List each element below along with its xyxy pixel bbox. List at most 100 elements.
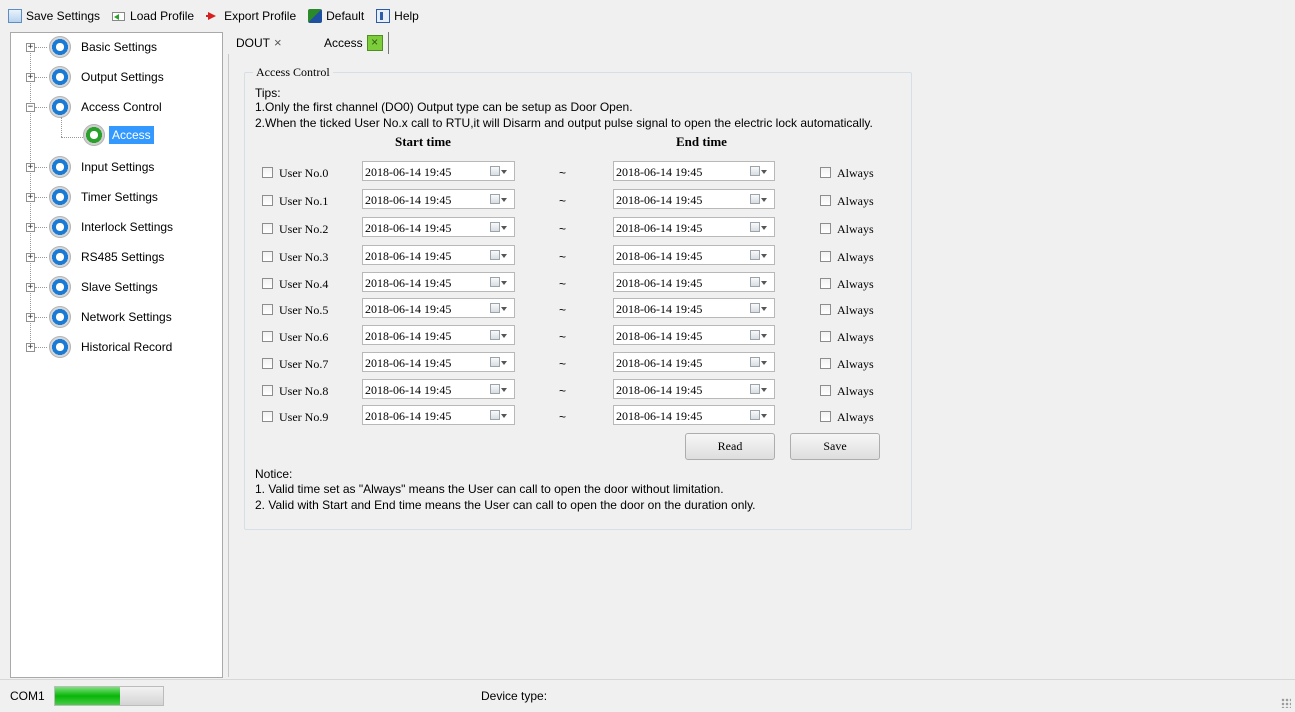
end-time-picker[interactable]: 2018-06-14 19:45 (613, 379, 775, 399)
user-enable-checkbox[interactable] (262, 331, 273, 342)
expand-icon[interactable]: + (26, 313, 35, 322)
tree-item-slave-settings[interactable]: + Slave Settings (11, 275, 222, 299)
always-checkbox[interactable] (820, 195, 831, 206)
tree-item-input-settings[interactable]: + Input Settings (11, 155, 222, 179)
expand-icon[interactable]: + (26, 283, 35, 292)
calendar-dropdown-icon[interactable] (490, 277, 507, 287)
tree-item-basic-settings[interactable]: + Basic Settings (11, 35, 222, 59)
calendar-dropdown-icon[interactable] (750, 166, 767, 176)
calendar-dropdown-icon[interactable] (750, 250, 767, 260)
start-time-picker[interactable]: 2018-06-14 19:45 (362, 405, 515, 425)
always-checkbox[interactable] (820, 385, 831, 396)
expand-icon[interactable]: + (26, 193, 35, 202)
user-enable-checkbox[interactable] (262, 304, 273, 315)
expand-icon[interactable]: + (26, 343, 35, 352)
calendar-dropdown-icon[interactable] (490, 222, 507, 232)
end-time-picker[interactable]: 2018-06-14 19:45 (613, 352, 775, 372)
start-time-picker[interactable]: 2018-06-14 19:45 (362, 272, 515, 292)
collapse-icon[interactable]: − (26, 103, 35, 112)
calendar-dropdown-icon[interactable] (750, 277, 767, 287)
tree-item-rs485-settings[interactable]: + RS485 Settings (11, 245, 222, 269)
user-label: User No.4 (279, 277, 329, 291)
user-enable-checkbox[interactable] (262, 251, 273, 262)
always-checkbox[interactable] (820, 223, 831, 234)
start-time-picker[interactable]: 2018-06-14 19:45 (362, 379, 515, 399)
expand-icon[interactable]: + (26, 163, 35, 172)
always-checkbox[interactable] (820, 304, 831, 315)
close-icon[interactable]: × (274, 36, 282, 50)
tree-item-access[interactable]: Access (11, 117, 222, 147)
tree-item-historical-record[interactable]: + Historical Record (11, 335, 222, 359)
tree-item-interlock-settings[interactable]: + Interlock Settings (11, 215, 222, 239)
start-time-picker[interactable]: 2018-06-14 19:45 (362, 161, 515, 181)
calendar-dropdown-icon[interactable] (750, 357, 767, 367)
start-time-picker[interactable]: 2018-06-14 19:45 (362, 352, 515, 372)
expand-icon[interactable]: + (26, 223, 35, 232)
calendar-dropdown-icon[interactable] (490, 357, 507, 367)
always-checkbox[interactable] (820, 251, 831, 262)
calendar-dropdown-icon[interactable] (490, 250, 507, 260)
user-enable-checkbox[interactable] (262, 195, 273, 206)
help-button[interactable]: Help (372, 5, 423, 27)
always-checkbox[interactable] (820, 358, 831, 369)
always-checkbox[interactable] (820, 331, 831, 342)
calendar-dropdown-icon[interactable] (490, 166, 507, 176)
user-enable-checkbox[interactable] (262, 385, 273, 396)
notice-line-2: 2. Valid with Start and End time means t… (255, 498, 756, 512)
save-settings-button[interactable]: Save Settings (4, 5, 104, 27)
start-time-value: 2018-06-14 19:45 (365, 276, 452, 290)
end-time-picker[interactable]: 2018-06-14 19:45 (613, 245, 775, 265)
user-row: User No.3 2018-06-14 19:45 ~2018-06-14 19:… (245, 245, 911, 269)
end-time-picker[interactable]: 2018-06-14 19:45 (613, 161, 775, 181)
calendar-dropdown-icon[interactable] (490, 384, 507, 394)
end-time-picker[interactable]: 2018-06-14 19:45 (613, 298, 775, 318)
always-checkbox[interactable] (820, 167, 831, 178)
start-time-picker[interactable]: 2018-06-14 19:45 (362, 325, 515, 345)
calendar-dropdown-icon[interactable] (490, 330, 507, 340)
end-time-picker[interactable]: 2018-06-14 19:45 (613, 405, 775, 425)
always-checkbox[interactable] (820, 411, 831, 422)
read-button[interactable]: Read (685, 433, 775, 460)
tree-item-output-settings[interactable]: + Output Settings (11, 65, 222, 89)
user-enable-checkbox[interactable] (262, 358, 273, 369)
calendar-dropdown-icon[interactable] (750, 222, 767, 232)
calendar-dropdown-icon[interactable] (750, 194, 767, 204)
start-time-picker[interactable]: 2018-06-14 19:45 (362, 245, 515, 265)
expand-icon[interactable]: + (26, 73, 35, 82)
calendar-dropdown-icon[interactable] (750, 330, 767, 340)
resize-grip-icon[interactable] (1281, 698, 1291, 708)
user-enable-checkbox[interactable] (262, 411, 273, 422)
tree-item-access-control[interactable]: − Access Control (11, 95, 222, 119)
calendar-dropdown-icon[interactable] (750, 410, 767, 420)
user-enable-checkbox[interactable] (262, 223, 273, 234)
close-icon[interactable]: × (366, 35, 383, 51)
tree-connector (35, 47, 47, 48)
start-time-picker[interactable]: 2018-06-14 19:45 (362, 298, 515, 318)
export-profile-button[interactable]: Export Profile (202, 5, 300, 27)
expand-icon[interactable]: + (26, 43, 35, 52)
save-button[interactable]: Save (790, 433, 880, 460)
tree-connector (35, 197, 47, 198)
calendar-dropdown-icon[interactable] (490, 410, 507, 420)
calendar-dropdown-icon[interactable] (750, 384, 767, 394)
user-enable-checkbox[interactable] (262, 167, 273, 178)
always-label: Always (837, 250, 874, 264)
default-button[interactable]: Default (304, 5, 368, 27)
start-time-picker[interactable]: 2018-06-14 19:45 (362, 217, 515, 237)
tab-access[interactable]: Access × (324, 34, 383, 52)
end-time-picker[interactable]: 2018-06-14 19:45 (613, 189, 775, 209)
calendar-dropdown-icon[interactable] (490, 303, 507, 313)
tree-item-timer-settings[interactable]: + Timer Settings (11, 185, 222, 209)
tree-item-network-settings[interactable]: + Network Settings (11, 305, 222, 329)
user-enable-checkbox[interactable] (262, 278, 273, 289)
expand-icon[interactable]: + (26, 253, 35, 262)
end-time-picker[interactable]: 2018-06-14 19:45 (613, 325, 775, 345)
start-time-picker[interactable]: 2018-06-14 19:45 (362, 189, 515, 209)
end-time-picker[interactable]: 2018-06-14 19:45 (613, 272, 775, 292)
always-checkbox[interactable] (820, 278, 831, 289)
end-time-picker[interactable]: 2018-06-14 19:45 (613, 217, 775, 237)
calendar-dropdown-icon[interactable] (490, 194, 507, 204)
load-profile-button[interactable]: Load Profile (108, 5, 198, 27)
tab-dout[interactable]: DOUT × (236, 34, 282, 52)
calendar-dropdown-icon[interactable] (750, 303, 767, 313)
